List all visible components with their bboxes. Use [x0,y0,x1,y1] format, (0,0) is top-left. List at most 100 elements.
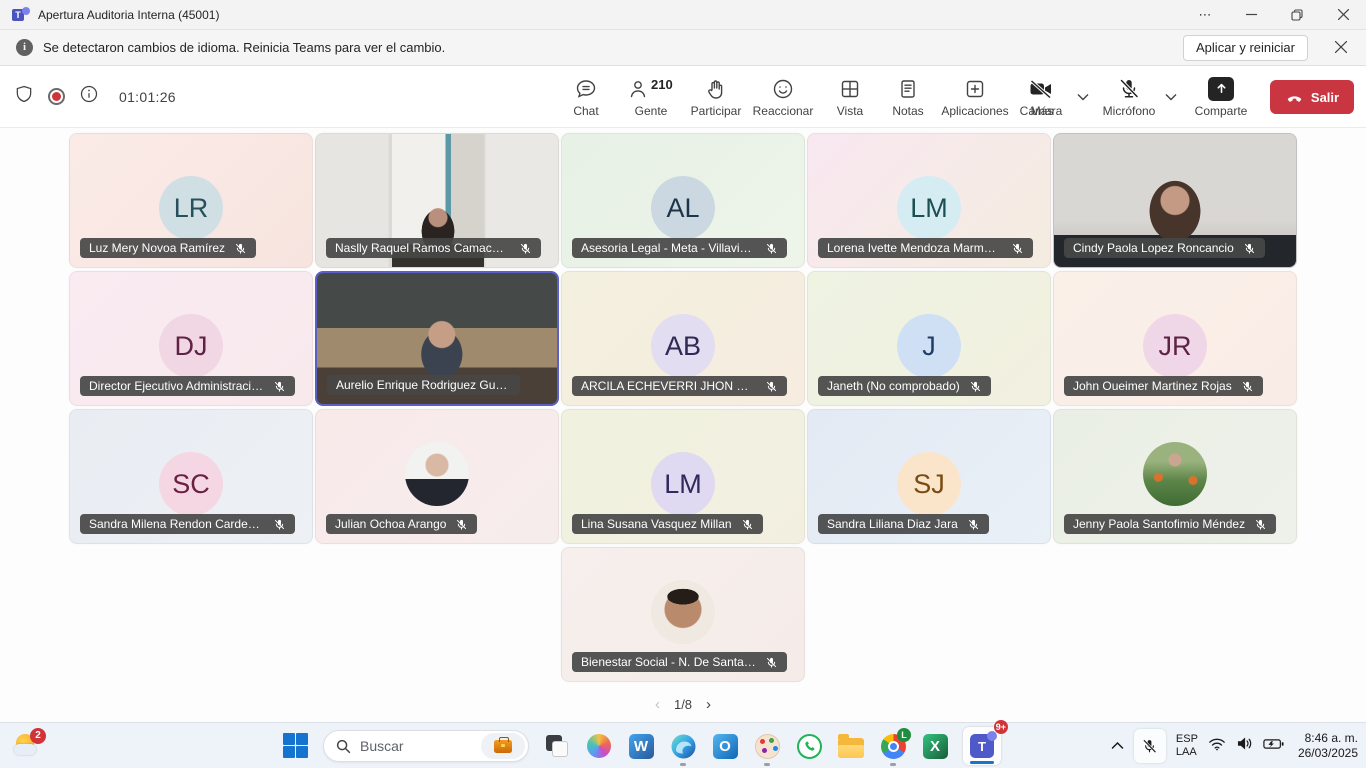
excel-icon[interactable]: X [921,732,949,760]
participant-tile[interactable]: SJSandra Liliana Diaz Jara [807,409,1051,544]
participant-name: Naslly Raquel Ramos Camacho (... [335,241,510,255]
name-plate: Director Ejecutivo Administración... [80,376,295,396]
start-button[interactable] [283,733,309,759]
camera-chevron-icon[interactable] [1072,66,1094,128]
avatar [405,442,469,506]
participant-tile[interactable]: Jenny Paola Santofimio Méndez [1053,409,1297,544]
participant-name: Luz Mery Novoa Ramírez [89,241,225,255]
battery-icon[interactable] [1263,737,1284,755]
hang-up-icon [1285,88,1304,107]
chrome-icon[interactable]: L [879,732,907,760]
participant-tile[interactable]: Cindy Paola Lopez Roncancio [1053,133,1297,268]
notification-text: Se detectaron cambios de idioma. Reinici… [43,40,445,55]
react-button[interactable]: Reaccionar [745,66,821,128]
minimize-button[interactable] [1228,0,1274,29]
participant-name: Lina Susana Vasquez Millan [581,517,732,531]
mic-button[interactable]: Micrófono [1098,66,1160,128]
file-explorer-icon[interactable] [837,732,865,760]
search-highlight-pill[interactable] [481,733,525,759]
word-icon[interactable]: W [627,732,655,760]
raise-hand-icon [704,77,728,101]
shield-icon[interactable] [14,83,34,110]
participant-name: Lorena Ivette Mendoza Marmolejo [827,241,1002,255]
name-plate: Jenny Paola Santofimio Méndez [1064,514,1276,534]
view-button[interactable]: Vista [821,66,879,128]
participant-tile[interactable]: Naslly Raquel Ramos Camacho (... [315,133,559,268]
close-button[interactable] [1320,0,1366,29]
meeting-info-icon[interactable] [79,84,99,109]
name-plate: Naslly Raquel Ramos Camacho (... [326,238,541,258]
clock[interactable]: 8:46 a. m. 26/03/2025 [1298,731,1358,761]
weather-widget[interactable]: 2 [14,730,48,762]
participant-tile[interactable]: ALAsesoria Legal - Meta - Villavicen... [561,133,805,268]
video-grid: LRLuz Mery Novoa Ramírez Naslly Raquel Ra… [0,128,1366,722]
meeting-toolbar: 01:01:26 Chat 210 Gente [0,66,1366,128]
raise-hand-button[interactable]: Participar [687,66,745,128]
avatar: LM [897,176,961,240]
wifi-icon[interactable] [1208,737,1226,756]
participant-tile[interactable]: LMLorena Ivette Mendoza Marmolejo [807,133,1051,268]
notes-button[interactable]: Notas [879,66,937,128]
chat-button[interactable]: Chat [557,66,615,128]
notification-close-icon[interactable] [1326,40,1356,56]
camera-button[interactable]: Cámara [1010,66,1072,128]
avatar: LR [159,176,223,240]
teams-taskbar-icon[interactable]: T 9+ [963,727,1001,765]
people-button[interactable]: 210 Gente [615,66,687,128]
tray-chevron-icon[interactable] [1111,737,1124,755]
mic-chevron-icon[interactable] [1160,66,1182,128]
participant-tile[interactable]: JRJohn Oueimer Martinez Rojas [1053,271,1297,406]
participant-tile[interactable]: Bienestar Social - N. De Santande... [561,547,805,682]
participant-tile[interactable]: LRLuz Mery Novoa Ramírez [69,133,313,268]
mic-muted-icon [741,518,754,531]
cloud-icon [14,744,36,755]
view-grid-icon [838,77,862,101]
search-input[interactable]: Buscar [360,738,481,754]
weather-badge: 2 [30,728,46,744]
whatsapp-icon[interactable] [795,732,823,760]
apply-restart-button[interactable]: Aplicar y reiniciar [1183,35,1308,61]
next-page-button[interactable]: › [706,697,711,712]
avatar: SC [159,452,223,516]
participant-name: Director Ejecutivo Administración... [89,379,264,393]
restore-button[interactable] [1274,0,1320,29]
window-more-button[interactable]: ⋯ [1182,0,1228,29]
volume-icon[interactable] [1236,736,1253,756]
mic-muted-icon [1241,380,1254,393]
name-plate: Luz Mery Novoa Ramírez [80,238,256,258]
copilot-icon[interactable] [585,732,613,760]
participant-tile[interactable]: LMLina Susana Vasquez Millan [561,409,805,544]
participant-name: ARCILA ECHEVERRI JHON BAYRO... [581,379,756,393]
search-box[interactable]: Buscar [323,730,529,762]
edge-icon[interactable] [669,732,697,760]
participant-name: Cindy Paola Lopez Roncancio [1073,241,1234,255]
avatar: J [897,314,961,378]
participant-tile[interactable]: ABARCILA ECHEVERRI JHON BAYRO... [561,271,805,406]
leave-label: Salir [1311,90,1339,105]
leave-button[interactable]: Salir [1270,80,1354,114]
paint-icon[interactable] [753,732,781,760]
participant-tile[interactable]: Julian Ochoa Arango [315,409,559,544]
recording-indicator-icon[interactable] [48,88,65,105]
participant-tile[interactable]: DJDirector Ejecutivo Administración... [69,271,313,406]
language-indicator[interactable]: ESP LAA [1176,733,1198,759]
name-plate: Lina Susana Vasquez Millan [572,514,763,534]
task-view-button[interactable] [543,732,571,760]
apps-button[interactable]: Aplicaciones [937,66,1013,128]
meeting-timer: 01:01:26 [119,89,176,105]
mic-muted-icon [967,518,980,531]
participant-tile[interactable]: JJaneth (No comprobado) [807,271,1051,406]
share-button[interactable]: Comparte [1186,66,1256,128]
pagination: ‹ 1/8 › [655,697,711,712]
prev-page-button[interactable]: ‹ [655,697,660,712]
outlook-icon[interactable]: O [711,732,739,760]
tray-mic-muted-icon[interactable] [1134,729,1166,763]
react-icon [771,77,795,101]
teams-logo-icon: T [12,7,30,23]
participant-tile[interactable]: Aurelio Enrique Rodriguez Guzman [315,271,559,406]
name-plate: Sandra Milena Rendon Cardenas [80,514,295,534]
page-indicator: 1/8 [674,697,692,712]
participant-tile[interactable]: SCSandra Milena Rendon Cardenas [69,409,313,544]
participant-name: Asesoria Legal - Meta - Villavicen... [581,241,756,255]
mic-muted-icon [234,242,247,255]
